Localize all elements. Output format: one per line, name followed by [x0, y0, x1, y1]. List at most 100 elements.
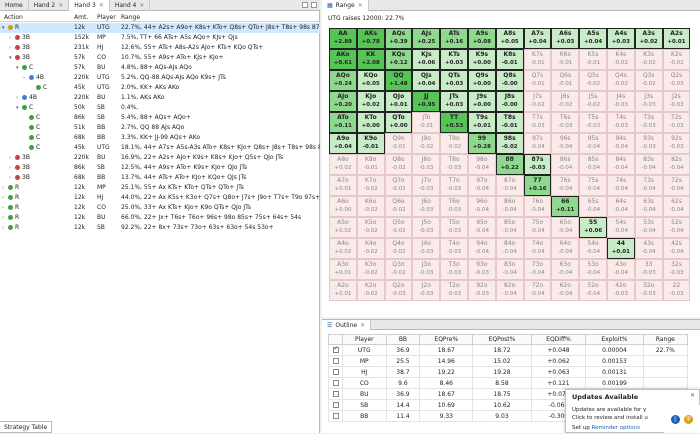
- range-cell[interactable]: 43s -0.04: [634, 238, 663, 259]
- range-cell[interactable]: AQs +0.39: [384, 28, 413, 49]
- range-cell[interactable]: 96s -0.04: [551, 133, 580, 154]
- tree-row[interactable]: › 3B 86k SB 12.5%, 44+ A9s+ ATo+ K9s+ KJo+ Q…: [0, 163, 320, 173]
- range-cell[interactable]: 42o -0.03: [606, 280, 635, 301]
- range-cell[interactable]: A4s +0.03: [606, 28, 635, 49]
- tree-row[interactable]: › R 12k MP 25.1%, 55+ Ax KTs+ KTo+ QTs+ QTo+…: [0, 183, 320, 193]
- range-cell[interactable]: J9o -0.02: [412, 133, 441, 154]
- range-cell[interactable]: Q2s -0.03: [662, 70, 691, 91]
- range-cell[interactable]: J6o -0.03: [412, 196, 441, 217]
- range-cell[interactable]: K7s -0.01: [523, 49, 552, 70]
- range-cell[interactable]: Q2o -0.03: [384, 280, 413, 301]
- tree-row[interactable]: › R 12k HJ 44.0%, 22+ Ax K5s+ K3o+ Q7s+ Q8o+…: [0, 193, 320, 203]
- range-cell[interactable]: 77 +0.16: [523, 175, 552, 196]
- range-cell[interactable]: 54o -0.04: [579, 238, 607, 259]
- col-range[interactable]: Range: [121, 14, 140, 21]
- outline-header[interactable]: BB: [385, 334, 421, 345]
- tree-row[interactable]: › 3B 152k MP 7.5%, TT+ 66 ATs+ A5s AQo+ KJs+…: [0, 33, 320, 43]
- range-cell[interactable]: K3o -0.02: [356, 259, 385, 280]
- player-checkbox[interactable]: [332, 391, 339, 397]
- range-cell[interactable]: T3s -0.03: [634, 112, 663, 133]
- range-cell[interactable]: T6o -0.03: [440, 196, 468, 217]
- range-cell[interactable]: J7s -0.02: [523, 91, 552, 112]
- range-cell[interactable]: 72s -0.04: [662, 175, 691, 196]
- range-cell[interactable]: J3s -0.03: [634, 91, 663, 112]
- tree-row[interactable]: C 45k UTG 2.0%, KK+ AKs AKo: [0, 83, 320, 93]
- range-cell[interactable]: A6o +0.00: [329, 196, 357, 217]
- range-cell[interactable]: 98o -0.04: [467, 154, 496, 175]
- range-cell[interactable]: 83o -0.04: [495, 259, 524, 280]
- range-cell[interactable]: JTo -0.01: [412, 112, 441, 133]
- tree-row[interactable]: › 3B 68k BB 13.7%, 44+ ATs+ ATo+ KJo+ KQo+ Q…: [0, 173, 320, 183]
- range-cell[interactable]: QTo +0.00: [384, 112, 413, 133]
- close-icon[interactable]: ✕: [690, 392, 695, 399]
- range-cell[interactable]: A5s +0.04: [579, 28, 607, 49]
- range-cell[interactable]: K4o -0.02: [356, 238, 385, 259]
- range-cell[interactable]: 72o -0.04: [523, 280, 552, 301]
- range-cell[interactable]: Q3o -0.02: [384, 259, 413, 280]
- range-cell[interactable]: K2s -0.02: [662, 49, 691, 70]
- range-cell[interactable]: J4o -0.03: [412, 238, 441, 259]
- range-cell[interactable]: 43o -0.04: [606, 259, 635, 280]
- range-cell[interactable]: A2o +0.01: [329, 280, 357, 301]
- range-cell[interactable]: J8s -0.00: [495, 91, 524, 112]
- shield-icon[interactable]: ⛨: [684, 414, 693, 424]
- range-cell[interactable]: 64o -0.04: [551, 238, 580, 259]
- range-cell[interactable]: AJo +0.20: [329, 91, 357, 112]
- range-cell[interactable]: A5o +0.02: [329, 217, 357, 238]
- range-cell[interactable]: J6s -0.02: [551, 91, 580, 112]
- range-cell[interactable]: 73o -0.04: [523, 259, 552, 280]
- range-cell[interactable]: J8o -0.03: [412, 154, 441, 175]
- range-cell[interactable]: 75s -0.04: [579, 175, 607, 196]
- range-cell[interactable]: 82o -0.04: [495, 280, 524, 301]
- range-cell[interactable]: 95o -0.04: [467, 217, 496, 238]
- tree-row[interactable]: ▾ C 57k BU 4.8%, 88+ AQs-AJs AQo: [0, 63, 320, 73]
- range-cell[interactable]: QQ +1.48: [384, 70, 413, 91]
- player-checkbox[interactable]: [332, 369, 339, 375]
- tree-row[interactable]: › 3B 220k BU 16.9%, 22+ A2s+ AJo+ K9s+ K8s+ …: [0, 153, 320, 163]
- range-cell[interactable]: 52o -0.04: [579, 280, 607, 301]
- range-cell[interactable]: K9o -0.01: [356, 133, 385, 154]
- range-cell[interactable]: 99 +0.28: [467, 133, 496, 154]
- outline-row[interactable]: MP 25.5 14.96 15.02 +0.062 0.00153: [328, 355, 689, 367]
- range-cell[interactable]: ATs +0.16: [440, 28, 468, 49]
- range-cell[interactable]: 33 -0.03: [634, 259, 663, 280]
- range-cell[interactable]: KJo +0.02: [356, 91, 385, 112]
- range-cell[interactable]: K3s -0.02: [634, 49, 663, 70]
- range-cell[interactable]: ATo +0.11: [329, 112, 357, 133]
- range-cell[interactable]: J4s -0.03: [606, 91, 635, 112]
- outline-row[interactable]: CO 9.6 8.46 8.58 +0.121 0.00199: [328, 377, 689, 389]
- range-cell[interactable]: 97o -0.04: [467, 175, 496, 196]
- reminder-options-link[interactable]: Reminder options: [592, 425, 640, 431]
- range-cell[interactable]: Q3s -0.02: [634, 70, 663, 91]
- range-cell[interactable]: 53s -0.04: [634, 217, 663, 238]
- range-cell[interactable]: TT +0.53: [440, 112, 468, 133]
- range-cell[interactable]: A4o +0.02: [329, 238, 357, 259]
- range-cell[interactable]: 86o -0.04: [495, 196, 524, 217]
- range-cell[interactable]: 76s -0.04: [551, 175, 580, 196]
- range-cell[interactable]: A6s +0.03: [551, 28, 580, 49]
- range-cell[interactable]: Q6o -0.02: [384, 196, 413, 217]
- tab-hand-1[interactable]: Hand 2 ✕: [29, 0, 70, 11]
- tab-range[interactable]: ▦ Range ✕: [322, 0, 369, 11]
- range-cell[interactable]: T7s -0.03: [523, 112, 552, 133]
- range-cell[interactable]: 63s -0.04: [634, 196, 663, 217]
- range-cell[interactable]: 42s -0.04: [662, 238, 691, 259]
- outline-header[interactable]: EQPost%: [472, 334, 532, 345]
- outline-header[interactable]: Player: [342, 334, 387, 345]
- close-icon[interactable]: ✕: [58, 0, 63, 11]
- range-cell[interactable]: A2s +0.01: [662, 28, 691, 49]
- range-cell[interactable]: KTo +0.00: [356, 112, 385, 133]
- col-player[interactable]: Player: [97, 14, 116, 21]
- range-cell[interactable]: K8s -0.01: [495, 49, 524, 70]
- range-cell[interactable]: 95s -0.04: [579, 133, 607, 154]
- range-cell[interactable]: T8s -0.01: [495, 112, 524, 133]
- range-cell[interactable]: A7s +0.04: [523, 28, 552, 49]
- range-cell[interactable]: 65o -0.04: [551, 217, 580, 238]
- tab-hand-2[interactable]: Hand 3 ✕: [69, 0, 110, 11]
- range-cell[interactable]: 84s -0.04: [606, 154, 635, 175]
- tree-row[interactable]: › R 12k SB 92.2%, 22+ 8x+ 73s+ 73o+ 63s+ 63o…: [0, 223, 320, 233]
- range-cell[interactable]: 94s -0.04: [606, 133, 635, 154]
- maximize-icon[interactable]: [311, 2, 317, 8]
- close-icon[interactable]: ✕: [99, 0, 104, 11]
- outline-header[interactable]: Range: [642, 334, 689, 345]
